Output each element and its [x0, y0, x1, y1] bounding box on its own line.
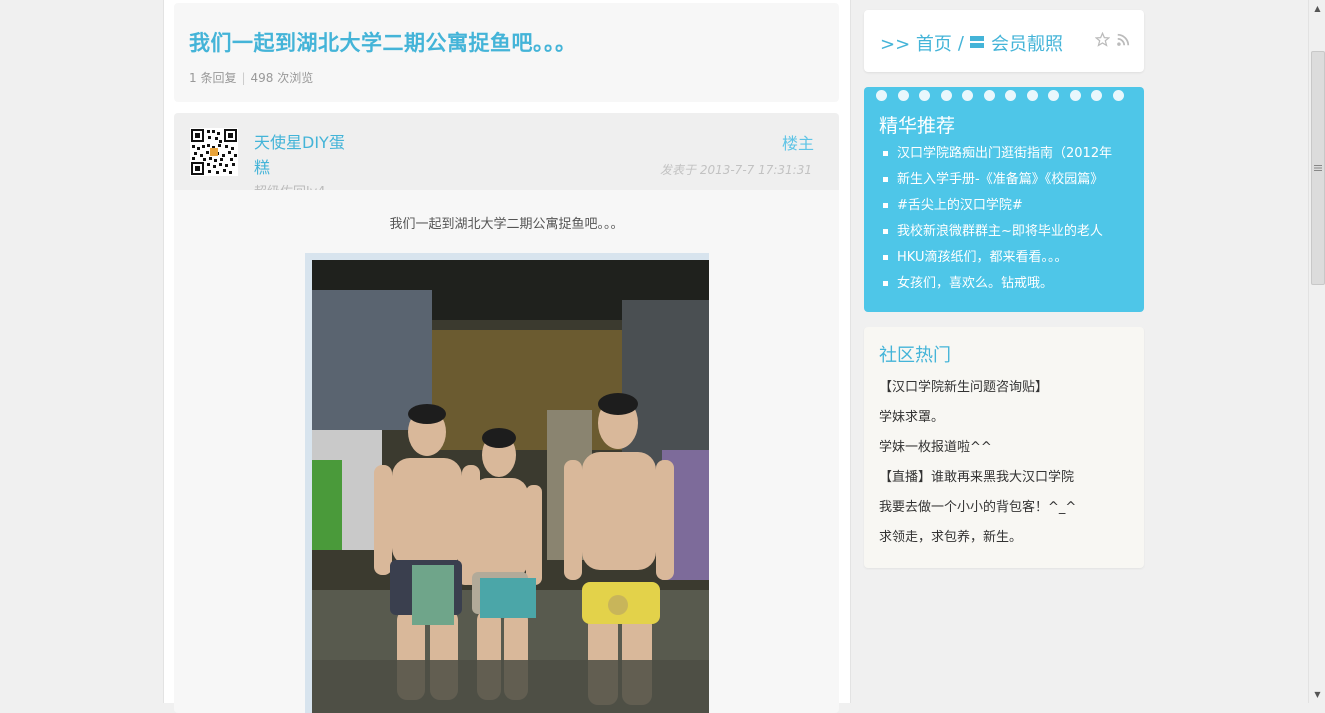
- scroll-up-icon[interactable]: ▲: [1309, 0, 1325, 17]
- scroll-down-icon[interactable]: ▼: [1309, 686, 1325, 703]
- breadcrumb: >> 首页 / 会员靓照: [880, 30, 1063, 56]
- recommend-item[interactable]: #舌尖上的汉口学院#: [879, 197, 1144, 223]
- post-photo[interactable]: [312, 260, 709, 713]
- author-name-line1: 天使星DIY蛋: [254, 133, 345, 152]
- topic-meta: 1 条回复 | 498 次浏览: [189, 69, 313, 86]
- hot-item[interactable]: 学妹一枚报道啦^^: [879, 438, 1076, 468]
- recommend-item[interactable]: 汉口学院路痴出门逛街指南（2012年: [879, 145, 1144, 171]
- post: 天使星DIY蛋 糕 超级佐回ly4 楼主 发表于 2013-7-7 17:31:…: [174, 113, 839, 713]
- vertical-scrollbar[interactable]: ▲ ▼: [1308, 0, 1325, 703]
- post-header: 天使星DIY蛋 糕 超级佐回ly4 楼主 发表于 2013-7-7 17:31:…: [174, 113, 839, 190]
- breadcrumb-card: >> 首页 / 会员靓照: [864, 10, 1144, 72]
- meta-separator: |: [241, 71, 246, 85]
- hot-item[interactable]: 【汉口学院新生问题咨询贴】: [879, 378, 1076, 408]
- author-name[interactable]: 天使星DIY蛋 糕: [254, 130, 354, 180]
- hot-item[interactable]: 我要去做一个小小的背包客！^_^: [879, 498, 1076, 528]
- recommend-item[interactable]: HKU滴孩纸们，都来看看。。。: [879, 249, 1144, 275]
- author-title: 超级佐回ly4: [254, 181, 326, 190]
- hot-item[interactable]: 求领走，求包养，新生。: [879, 528, 1076, 558]
- post-content-text: 我们一起到湖北大学二期公寓捉鱼吧。。。: [389, 217, 624, 232]
- topic-header: 我们一起到湖北大学二期公寓捉鱼吧。。。 1 条回复 | 498 次浏览: [174, 3, 839, 102]
- post-time: 发表于 2013-7-7 17:31:31: [660, 163, 812, 177]
- qr-code-icon[interactable]: [190, 128, 238, 176]
- breadcrumb-home[interactable]: >> 首页: [880, 30, 952, 56]
- reply-count: 1 条回复: [189, 71, 237, 85]
- view-count: 498 次浏览: [250, 71, 314, 85]
- scrollbar-thumb[interactable]: [1311, 51, 1325, 285]
- breadcrumb-current[interactable]: 会员靓照: [991, 30, 1063, 56]
- recommend-title: 精华推荐: [879, 115, 956, 137]
- recommend-item[interactable]: 新生入学手册-《准备篇》《校园篇》: [879, 171, 1144, 197]
- decorative-dots: [876, 90, 1124, 101]
- breadcrumb-separator: /: [957, 32, 964, 54]
- menu-icon: [969, 33, 984, 54]
- star-icon[interactable]: [1094, 31, 1111, 51]
- hot-title: 社区热门: [879, 345, 951, 366]
- author-name-line2: 糕: [254, 158, 271, 177]
- floor-label[interactable]: 楼主: [782, 130, 814, 154]
- breadcrumb-tools: [1094, 31, 1130, 51]
- hot-item[interactable]: 【直播】谁敢再来黑我大汉口学院: [879, 468, 1076, 498]
- hot-item[interactable]: 学妹求罩。: [879, 408, 1076, 438]
- recommend-item[interactable]: 女孩们，喜欢么。钻戒哦。: [879, 275, 1144, 301]
- recommend-panel: 精华推荐 汉口学院路痴出门逛街指南（2012年 新生入学手册-《准备篇》《校园篇…: [864, 87, 1144, 312]
- recommend-item[interactable]: 我校新浪微群群主~即将毕业的老人: [879, 223, 1144, 249]
- hot-panel: 社区热门 【汉口学院新生问题咨询贴】 学妹求罩。 学妹一枚报道啦^^ 【直播】谁…: [864, 327, 1144, 568]
- recommend-list: 汉口学院路痴出门逛街指南（2012年 新生入学手册-《准备篇》《校园篇》 #舌尖…: [879, 145, 1144, 301]
- rss-icon[interactable]: [1116, 32, 1130, 51]
- topic-title[interactable]: 我们一起到湖北大学二期公寓捉鱼吧。。。: [189, 27, 577, 57]
- hot-list: 【汉口学院新生问题咨询贴】 学妹求罩。 学妹一枚报道啦^^ 【直播】谁敢再来黑我…: [879, 378, 1076, 558]
